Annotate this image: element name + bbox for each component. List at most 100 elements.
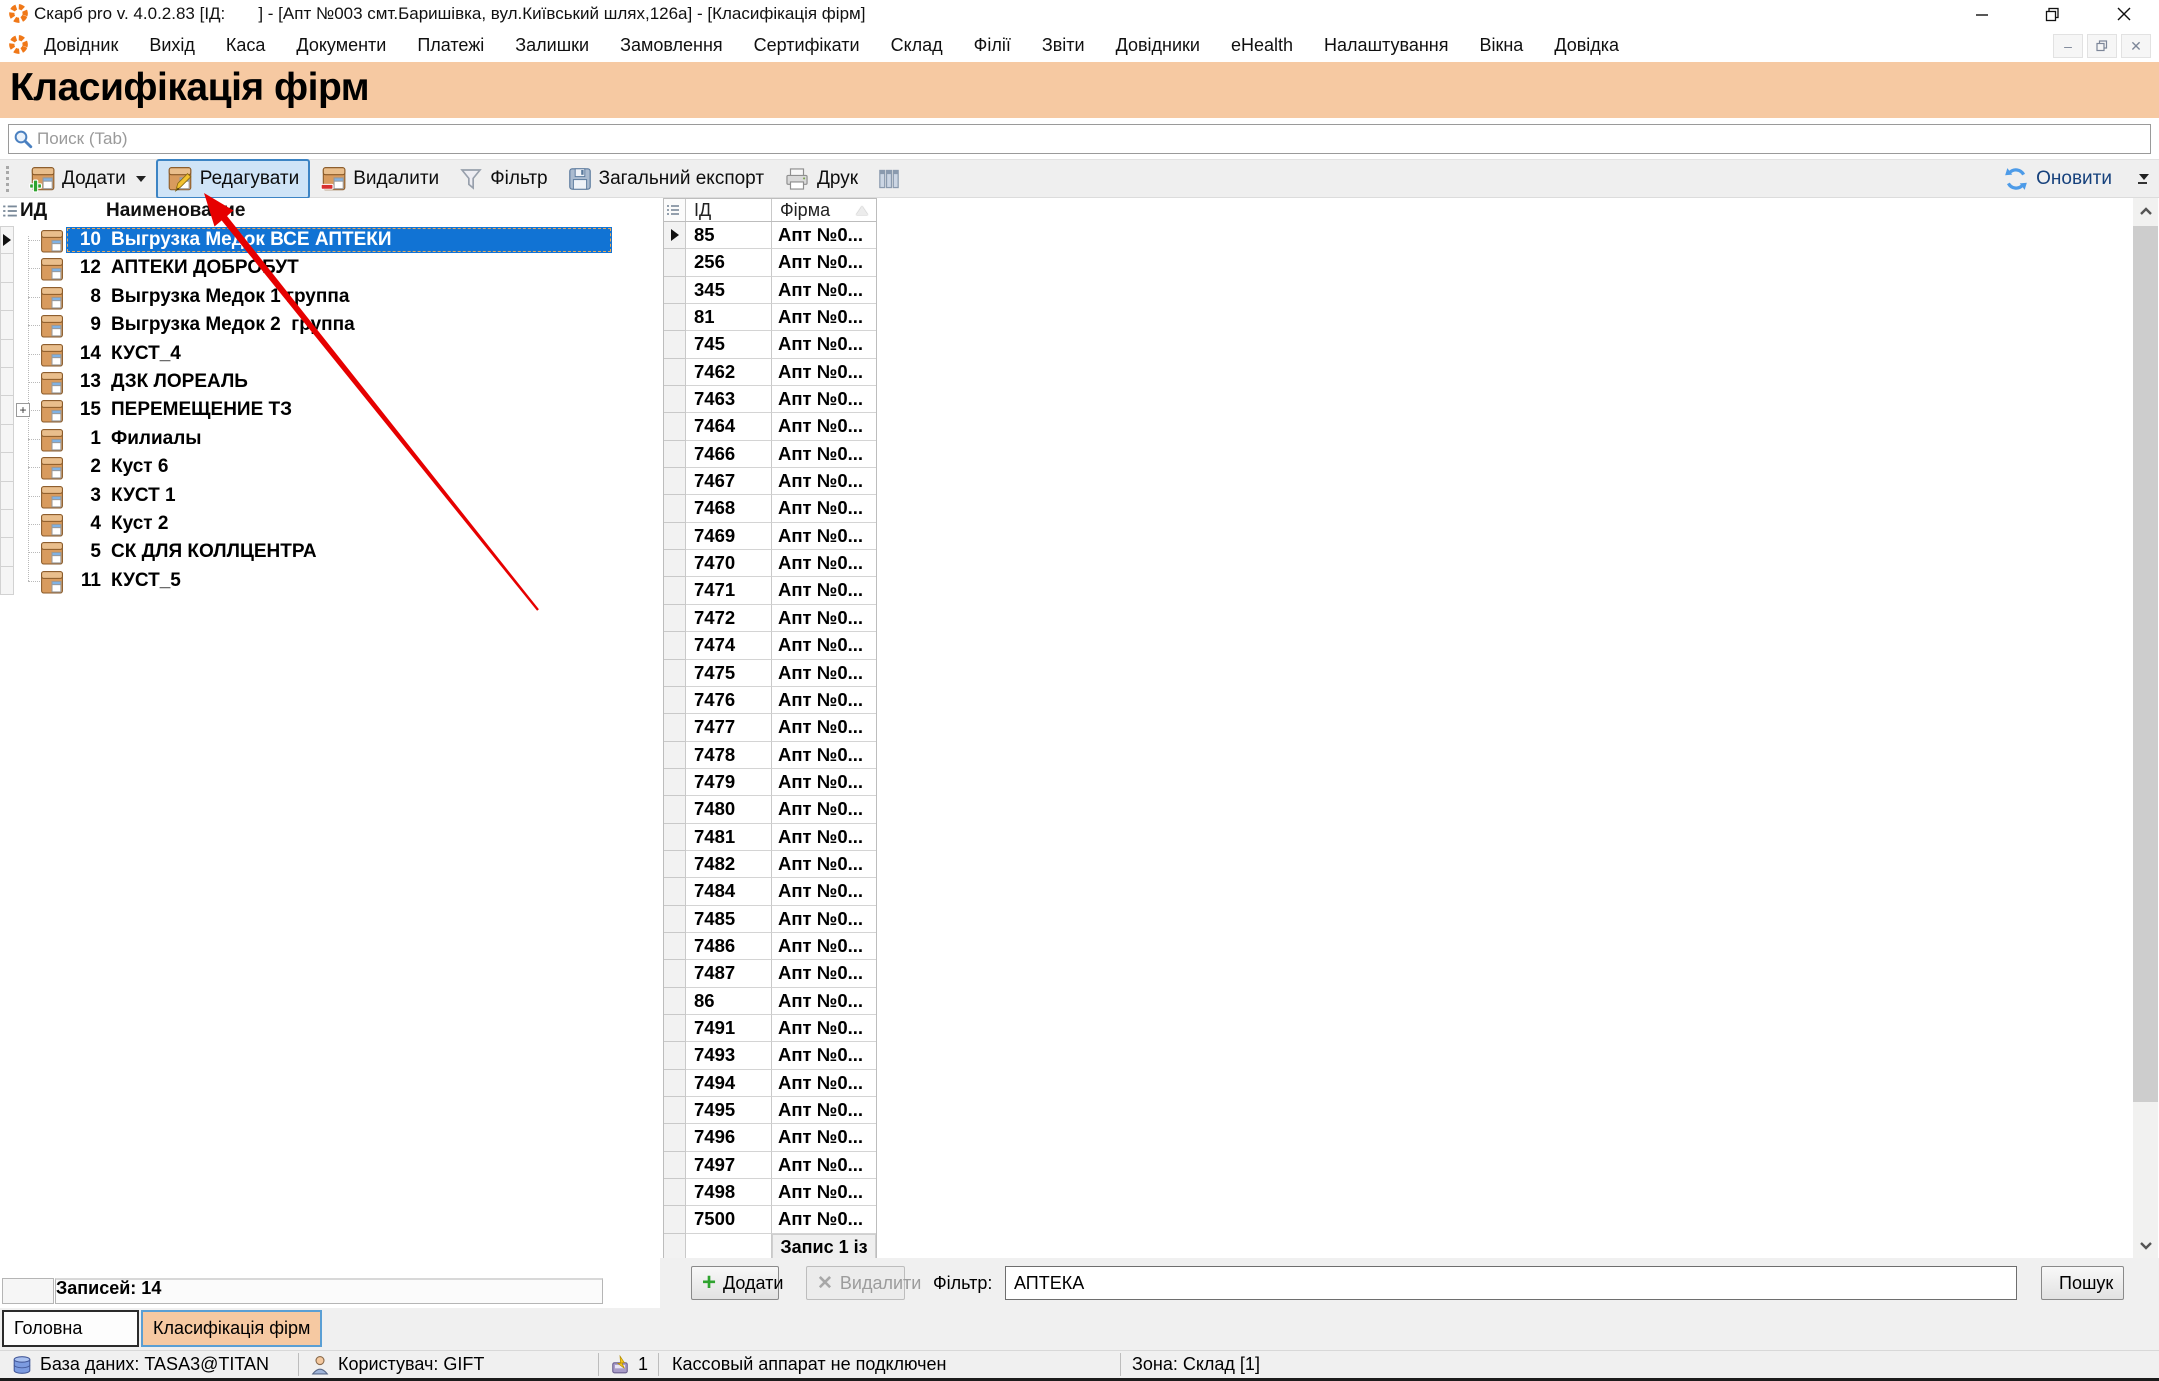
tree-row[interactable]: + 14 КУСТ_4 (0, 339, 660, 368)
close-button[interactable] (2092, 0, 2156, 28)
tree-expander-icon[interactable]: + (16, 403, 30, 418)
table-row[interactable]: 256 Апт №0... (664, 249, 876, 277)
scroll-down-button[interactable] (2133, 1231, 2158, 1258)
table-row[interactable]: 345 Апт №0... (664, 276, 876, 305)
tree-column-name[interactable]: Наименование (106, 200, 245, 222)
menu-item[interactable]: Звіти (1042, 35, 1085, 56)
menu-item[interactable]: Довідка (1554, 35, 1619, 56)
scroll-up-button[interactable] (2133, 198, 2158, 225)
tree-item-label[interactable]: 3 КУСТ 1 (66, 483, 612, 509)
restore-button[interactable] (2022, 0, 2082, 28)
menu-item[interactable]: eHealth (1231, 35, 1293, 56)
table-row[interactable]: 7477 Апт №0... (664, 714, 876, 742)
menu-item[interactable]: Налаштування (1324, 35, 1448, 56)
tree-row[interactable]: + 5 СК ДЛЯ КОЛЛЦЕНТРА (0, 538, 660, 567)
menu-item[interactable]: Каса (226, 35, 266, 56)
table-row[interactable]: 7468 Апт №0... (664, 495, 876, 523)
table-row[interactable]: 7493 Апт №0... (664, 1042, 876, 1070)
table-row[interactable]: 7463 Апт №0... (664, 386, 876, 414)
table-row[interactable]: 7486 Апт №0... (664, 932, 876, 961)
toolbar-overflow-button[interactable] (2136, 174, 2149, 184)
tree-row[interactable]: + 4 Куст 2 (0, 509, 660, 539)
menu-item[interactable]: Довідник (44, 35, 118, 56)
table-row[interactable]: 7496 Апт №0... (664, 1124, 876, 1152)
tree-row[interactable]: + 3 КУСТ 1 (0, 481, 660, 510)
table-row[interactable]: 7481 Апт №0... (664, 823, 876, 851)
table-row[interactable]: 7497 Апт №0... (664, 1151, 876, 1180)
table-row[interactable]: 7475 Апт №0... (664, 659, 876, 687)
search-input[interactable] (37, 126, 2150, 152)
tree-item-label[interactable]: 11 КУСТ_5 (66, 568, 612, 594)
tree-column-id[interactable]: ИД (20, 200, 47, 222)
table-row[interactable]: 7464 Апт №0... (664, 413, 876, 441)
tree-row[interactable]: + 1 Филиалы (0, 424, 660, 454)
tree-row[interactable]: + 8 Выгрузка Медок 1 группа (0, 282, 660, 312)
grid-menu-icon[interactable] (2, 203, 18, 219)
menu-item[interactable]: Філії (974, 35, 1011, 56)
table-row[interactable]: 7491 Апт №0... (664, 1014, 876, 1043)
form-add-button[interactable]: + Додати (691, 1266, 783, 1300)
table-row[interactable]: 7469 Апт №0... (664, 522, 876, 551)
tree-row[interactable]: + 11 КУСТ_5 (0, 566, 660, 596)
refresh-button[interactable]: Оновити (1993, 161, 2122, 197)
table-row[interactable]: 7485 Апт №0... (664, 905, 876, 933)
tree-item-label[interactable]: 5 СК ДЛЯ КОЛЛЦЕНТРА (66, 539, 612, 565)
table-row[interactable]: 7487 Апт №0... (664, 960, 876, 988)
tree-item-label[interactable]: 14 КУСТ_4 (66, 341, 612, 367)
filter-input[interactable] (1005, 1266, 2017, 1300)
delete-button[interactable]: Видалити (310, 160, 449, 198)
table-row[interactable]: 7498 Апт №0... (664, 1179, 876, 1207)
columns-button[interactable] (868, 163, 910, 195)
tree-row[interactable]: + 9 Выгрузка Медок 2 группа (0, 311, 660, 340)
table-row[interactable]: 7480 Апт №0... (664, 796, 876, 824)
table-row[interactable]: 7478 Апт №0... (664, 741, 876, 769)
table-row[interactable]: 7471 Апт №0... (664, 577, 876, 605)
table-row[interactable]: 7466 Апт №0... (664, 440, 876, 469)
search-box[interactable] (8, 124, 2151, 154)
menu-item[interactable]: Склад (891, 35, 943, 56)
tree-item-label[interactable]: 1 Филиалы (66, 426, 612, 452)
tree-item-label[interactable]: 15 ПЕРЕМЕЩЕНИЕ ТЗ (66, 397, 612, 423)
table-row[interactable]: 7479 Апт №0... (664, 768, 876, 797)
table-row[interactable]: 7484 Апт №0... (664, 878, 876, 906)
tree-item-label[interactable]: 10 Выгрузка Медок ВСЕ АПТЕКИ (66, 227, 612, 253)
tree-row[interactable]: + 2 Куст 6 (0, 453, 660, 482)
tree-row[interactable]: + 12 АПТЕКИ ДОБРОБУТ (0, 254, 660, 283)
table-row[interactable]: 86 Апт №0... (664, 987, 876, 1015)
minimize-button[interactable] (1952, 0, 2012, 28)
tree-item-label[interactable]: 12 АПТЕКИ ДОБРОБУТ (66, 255, 612, 281)
menu-item[interactable]: Довідники (1116, 35, 1200, 56)
print-button[interactable]: Друк (774, 162, 868, 196)
export-button[interactable]: Загальний експорт (558, 162, 774, 196)
filter-button[interactable]: Фільтр (449, 162, 557, 196)
menu-item[interactable]: Замовлення (620, 35, 723, 56)
table-row[interactable]: 85 Апт №0... (664, 222, 876, 250)
tree-item-label[interactable]: 2 Куст 6 (66, 454, 612, 480)
table-row[interactable]: 7500 Апт №0... (664, 1206, 876, 1234)
table-row[interactable]: 745 Апт №0... (664, 331, 876, 359)
menu-item[interactable]: Вікна (1479, 35, 1523, 56)
edit-button[interactable]: Редагувати (155, 158, 311, 199)
table-row[interactable]: 7495 Апт №0... (664, 1097, 876, 1125)
form-delete-button[interactable]: ✕ Видалити (806, 1266, 921, 1300)
table-row[interactable]: 7467 Апт №0... (664, 468, 876, 496)
menu-item[interactable]: Вихід (149, 35, 195, 56)
table-row[interactable]: 7472 Апт №0... (664, 604, 876, 633)
menu-item[interactable]: Сертифікати (754, 35, 860, 56)
toolbar-drag-handle[interactable] (6, 165, 11, 192)
grid-column-firm[interactable]: Фірма (772, 199, 876, 221)
table-row[interactable]: 7482 Апт №0... (664, 850, 876, 879)
add-button[interactable]: Додати (19, 160, 156, 198)
menu-item[interactable]: Платежі (417, 35, 484, 56)
grid-column-id[interactable]: ІД (686, 199, 772, 221)
tree-item-label[interactable]: 4 Куст 2 (66, 511, 612, 537)
menu-item[interactable]: Документи (296, 35, 386, 56)
tree-item-label[interactable]: 8 Выгрузка Медок 1 группа (66, 284, 612, 310)
table-row[interactable]: 7474 Апт №0... (664, 632, 876, 660)
menu-item[interactable]: Залишки (515, 35, 589, 56)
tree-item-label[interactable]: 13 ДЗК ЛОРЕАЛЬ (66, 369, 612, 395)
table-row[interactable]: 7470 Апт №0... (664, 550, 876, 578)
mdi-close-button[interactable]: ✕ (2121, 34, 2151, 58)
window-tab[interactable]: Класифікація фірм (141, 1310, 323, 1347)
form-search-button[interactable]: Пошук (2041, 1266, 2124, 1300)
